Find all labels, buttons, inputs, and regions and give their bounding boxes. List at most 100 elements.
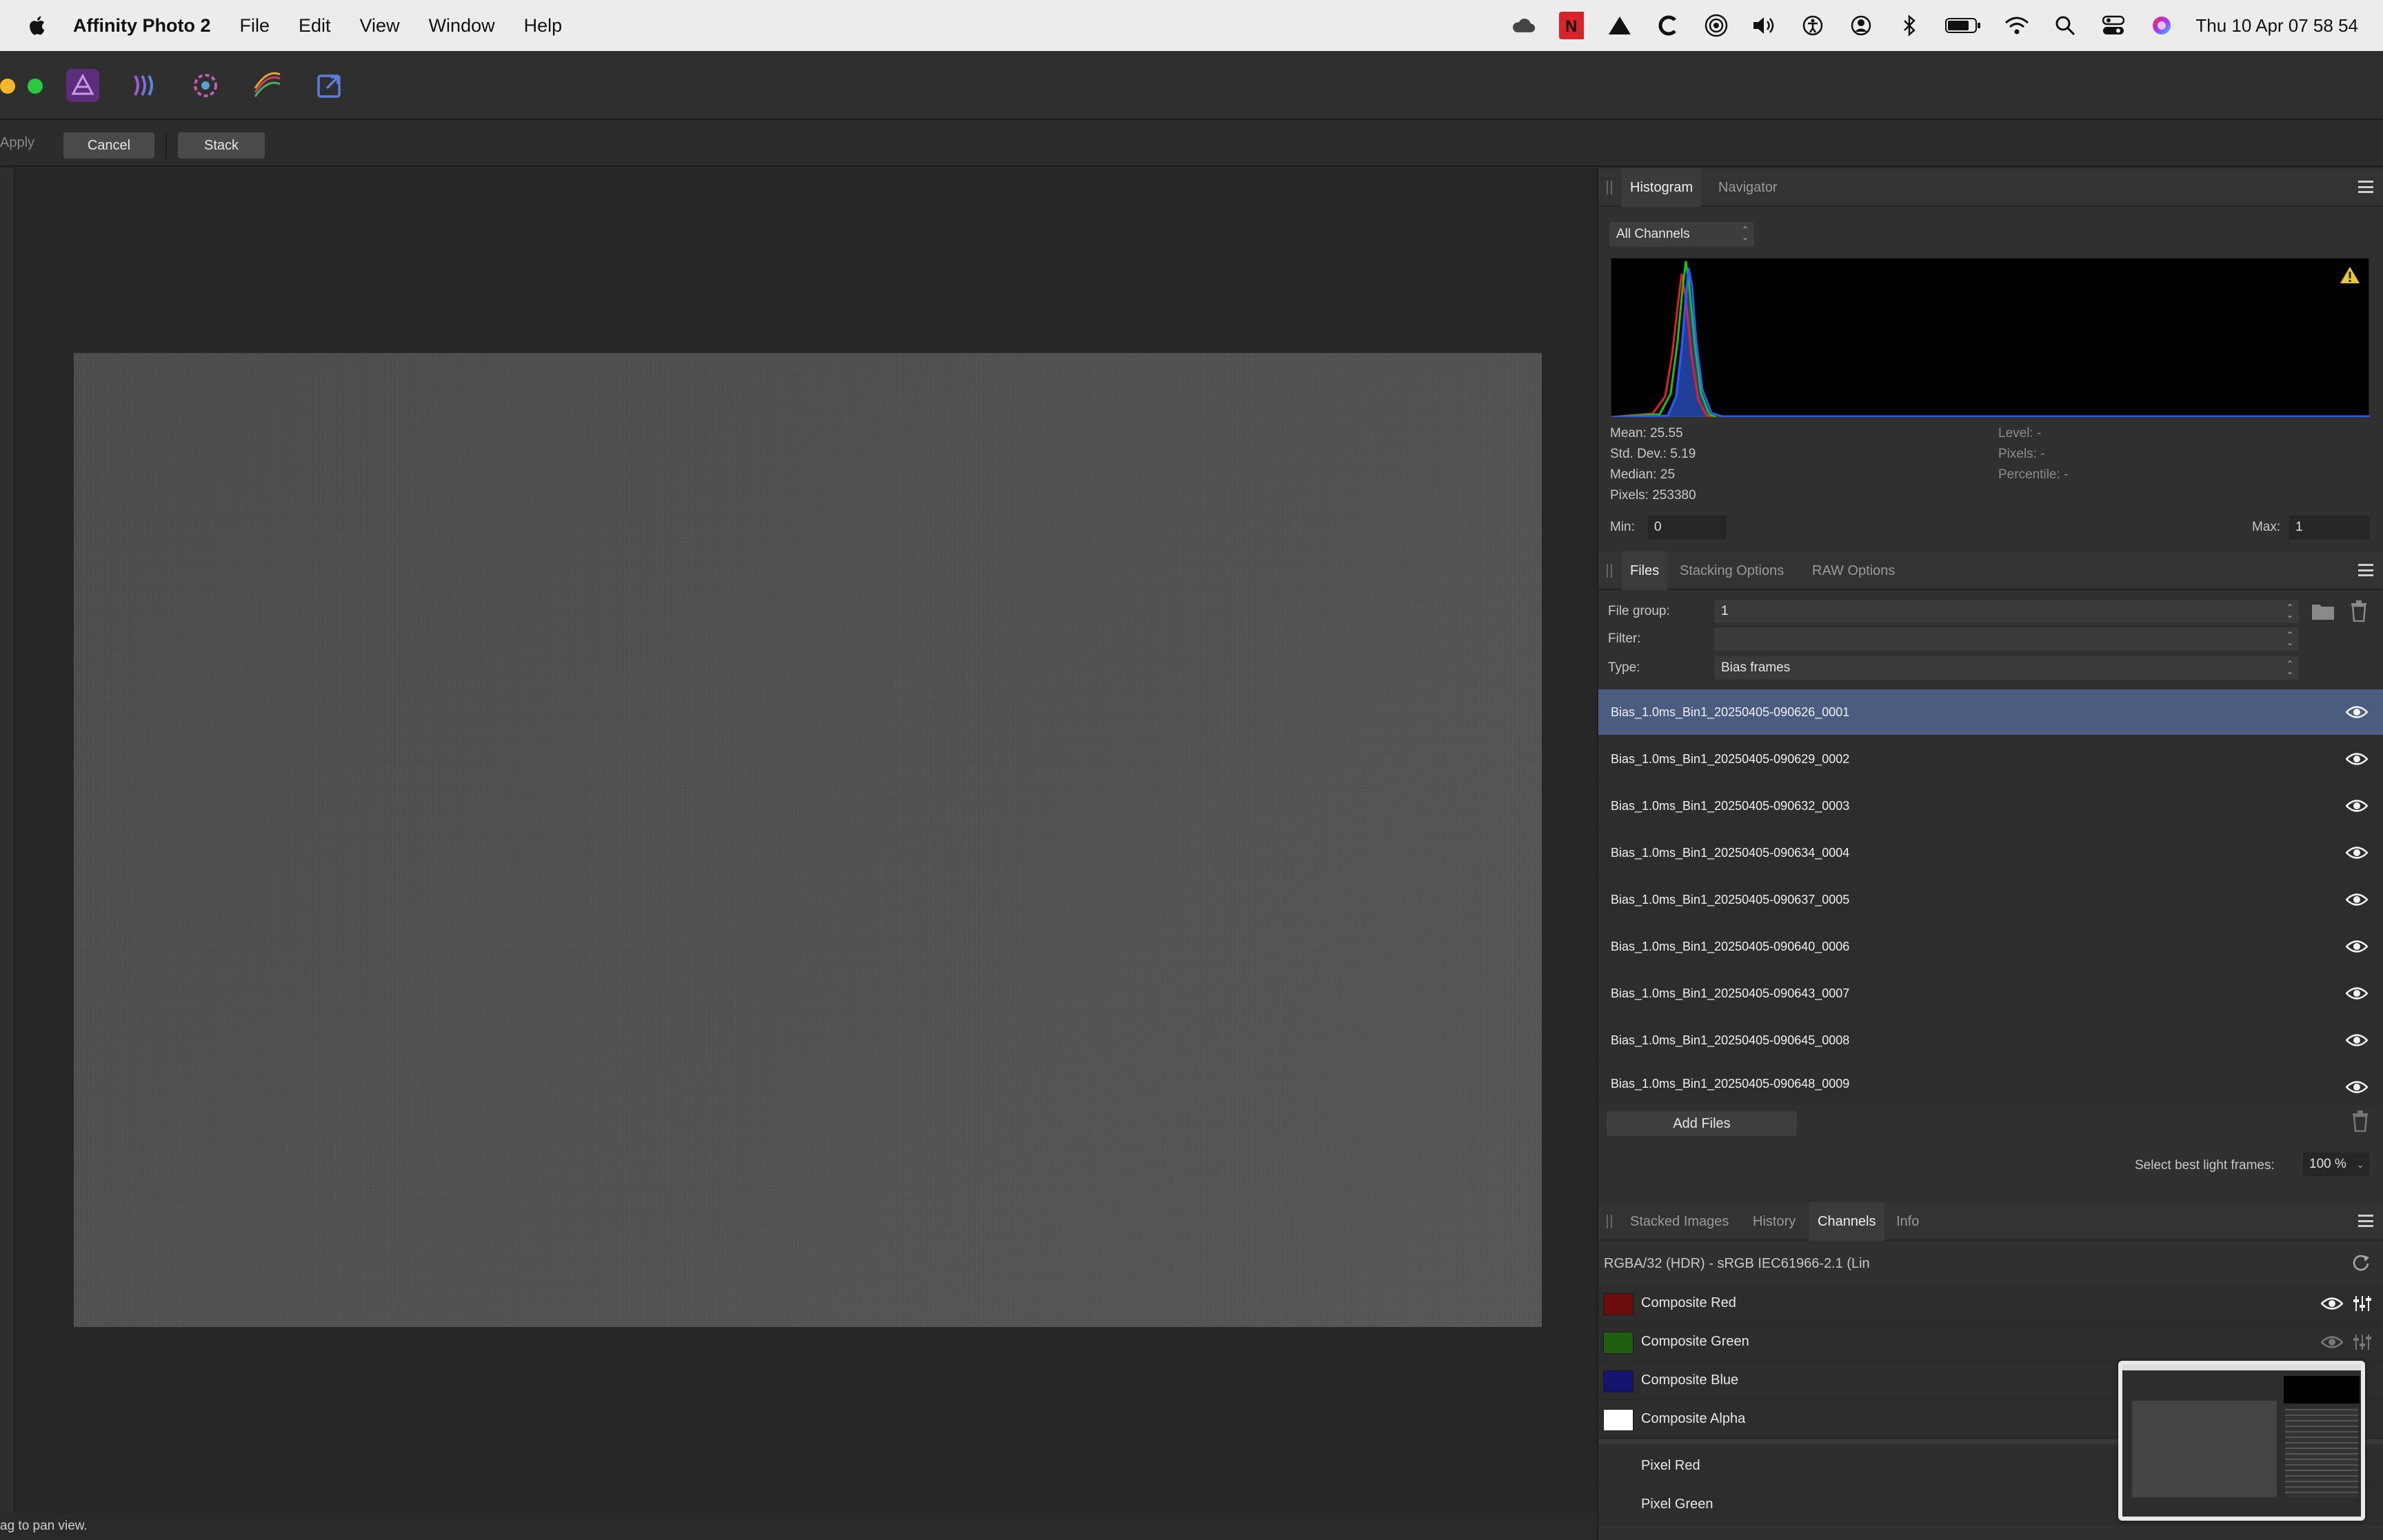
screenshot-thumbnail[interactable] [2118,1361,2365,1521]
histogram-blue-curve [1611,267,2370,418]
search-icon[interactable] [2053,13,2078,38]
bias-frame-image-canvas[interactable] [74,353,1542,1327]
visibility-eye-icon[interactable] [2346,986,2368,1001]
folder-icon[interactable] [2311,601,2335,620]
file-row[interactable]: Bias_1.0ms_Bin1_20250405-090634_0004 [1598,830,2383,876]
cloud-icon[interactable] [1511,13,1536,38]
max-input[interactable]: 1 [2289,516,2369,539]
stack-button[interactable]: Stack [178,132,265,159]
warning-triangle-icon [2340,267,2360,283]
panel-menu-icon[interactable] [2358,181,2373,193]
tab-navigator[interactable]: Navigator [1710,168,1786,207]
siri-icon[interactable] [2149,13,2174,38]
window-minimize-button[interactable] [0,79,15,94]
panel-menu-icon[interactable] [2358,1215,2373,1227]
export-persona-icon[interactable] [313,69,346,102]
reset-icon[interactable] [2351,1253,2371,1273]
visibility-eye-icon[interactable] [2346,1033,2368,1048]
apple-logo-icon[interactable] [26,14,50,37]
visibility-eye-icon[interactable] [2321,1335,2343,1350]
file-row[interactable]: Bias_1.0ms_Bin1_20250405-090643_0007 [1598,971,2383,1017]
chevron-updown-icon: ⌃ ⌄ [2286,659,2293,676]
add-files-button[interactable]: Add Files [1607,1111,1797,1136]
chevron-down-icon[interactable]: ⌄ [2356,1159,2364,1171]
visibility-eye-icon[interactable] [2346,892,2368,907]
visibility-eye-icon[interactable] [2321,1296,2343,1311]
histogram-chart [1611,258,2370,418]
filter-select[interactable]: ⌃ ⌄ [1714,627,2299,651]
visibility-eye-icon[interactable] [2346,798,2368,813]
liquify-persona-icon[interactable] [128,69,161,102]
menu-edit[interactable]: Edit [299,15,331,37]
tab-raw-options[interactable]: RAW Options [1804,551,1903,590]
app-menu[interactable]: Affinity Photo 2 [73,15,210,37]
tools-panel-edge[interactable] [0,168,15,1512]
panel-menu-icon[interactable] [2358,564,2373,576]
visibility-eye-icon[interactable] [2346,751,2368,767]
trash-icon[interactable] [2350,600,2368,622]
channel-select[interactable]: All Channels ⌃ ⌄ [1609,222,1754,247]
max-label: Max: [2252,520,2281,534]
file-row[interactable]: Bias_1.0ms_Bin1_20250405-090626_0001 [1598,689,2383,736]
visibility-eye-icon[interactable] [2346,845,2368,860]
file-group-select[interactable]: 1 ⌃ ⌄ [1714,600,2299,623]
tab-stacked-images[interactable]: Stacked Images [1622,1202,1737,1241]
user-icon[interactable] [1849,13,1873,38]
best-frames-input[interactable]: 100 % ⌄ [2303,1153,2369,1176]
file-row[interactable]: Bias_1.0ms_Bin1_20250405-090637_0005 [1598,877,2383,923]
photo-persona-icon[interactable] [66,69,99,102]
channel-row[interactable]: Composite Red [1598,1285,2383,1323]
menu-help[interactable]: Help [524,15,563,37]
triangle-icon[interactable] [1607,13,1632,38]
tab-files[interactable]: Files [1622,551,1668,590]
red-app-icon[interactable]: N [1559,12,1585,39]
type-select[interactable]: Bias frames ⌃ ⌄ [1714,656,2299,680]
min-label: Min: [1610,520,1635,534]
channel-row[interactable]: Composite Green [1598,1324,2383,1361]
airdrop-icon[interactable] [1704,13,1729,38]
tab-stacking-options[interactable]: Stacking Options [1671,551,1792,590]
channel-color-swatch [1603,1409,1633,1431]
min-input[interactable]: 0 [1648,516,1727,539]
volume-icon[interactable] [1752,13,1777,38]
file-row[interactable]: Bias_1.0ms_Bin1_20250405-090629_0002 [1598,736,2383,782]
accessibility-icon[interactable] [1800,13,1825,38]
chevron-updown-icon: ⌃ ⌄ [2286,630,2293,647]
visibility-eye-icon[interactable] [2346,705,2368,720]
panel-grip-icon[interactable] [1607,181,1612,194]
panel-grip-icon[interactable] [1607,564,1612,578]
tab-histogram[interactable]: Histogram [1622,168,1702,207]
file-row[interactable]: Bias_1.0ms_Bin1_20250405-090645_0008 [1598,1017,2383,1064]
channel-label: Composite Green [1641,1334,1749,1349]
tab-channels[interactable]: Channels [1809,1202,1884,1241]
visibility-eye-icon[interactable] [2346,1080,2368,1095]
tab-history[interactable]: History [1744,1202,1804,1241]
tone-mapping-persona-icon[interactable] [251,69,284,102]
channel-adjust-icon[interactable] [2353,1333,2372,1351]
file-name: Bias_1.0ms_Bin1_20250405-090643_0007 [1611,986,1850,1000]
channel-label: Pixel Red [1641,1458,1700,1473]
visibility-eye-icon[interactable] [2346,939,2368,954]
panel-grip-icon[interactable] [1607,1215,1612,1228]
apply-button[interactable]: Apply [0,135,34,151]
file-row[interactable]: Bias_1.0ms_Bin1_20250405-090648_0009 [1598,1064,2383,1104]
battery-icon[interactable] [1945,13,1981,38]
file-row[interactable]: Bias_1.0ms_Bin1_20250405-090640_0006 [1598,924,2383,970]
trash-icon[interactable] [2351,1110,2369,1132]
menu-file[interactable]: File [239,15,270,37]
cancel-button[interactable]: Cancel [63,132,154,159]
file-row[interactable]: Bias_1.0ms_Bin1_20250405-090632_0003 [1598,783,2383,829]
c-logo-icon[interactable] [1656,13,1680,38]
menu-view[interactable]: View [360,15,400,37]
menu-window[interactable]: Window [429,15,495,37]
tab-info[interactable]: Info [1888,1202,1927,1241]
menu-bar-clock[interactable]: Thu 10 Apr 07 58 54 [2195,15,2358,37]
channel-adjust-icon[interactable] [2353,1295,2372,1313]
wifi-icon[interactable] [2004,13,2029,38]
window-zoom-button[interactable] [28,79,43,94]
control-center-icon[interactable] [2101,13,2126,38]
type-label: Type: [1608,660,1640,675]
develop-persona-icon[interactable] [189,69,222,102]
bluetooth-icon[interactable] [1897,13,1922,38]
toolbar-divider [165,134,167,159]
